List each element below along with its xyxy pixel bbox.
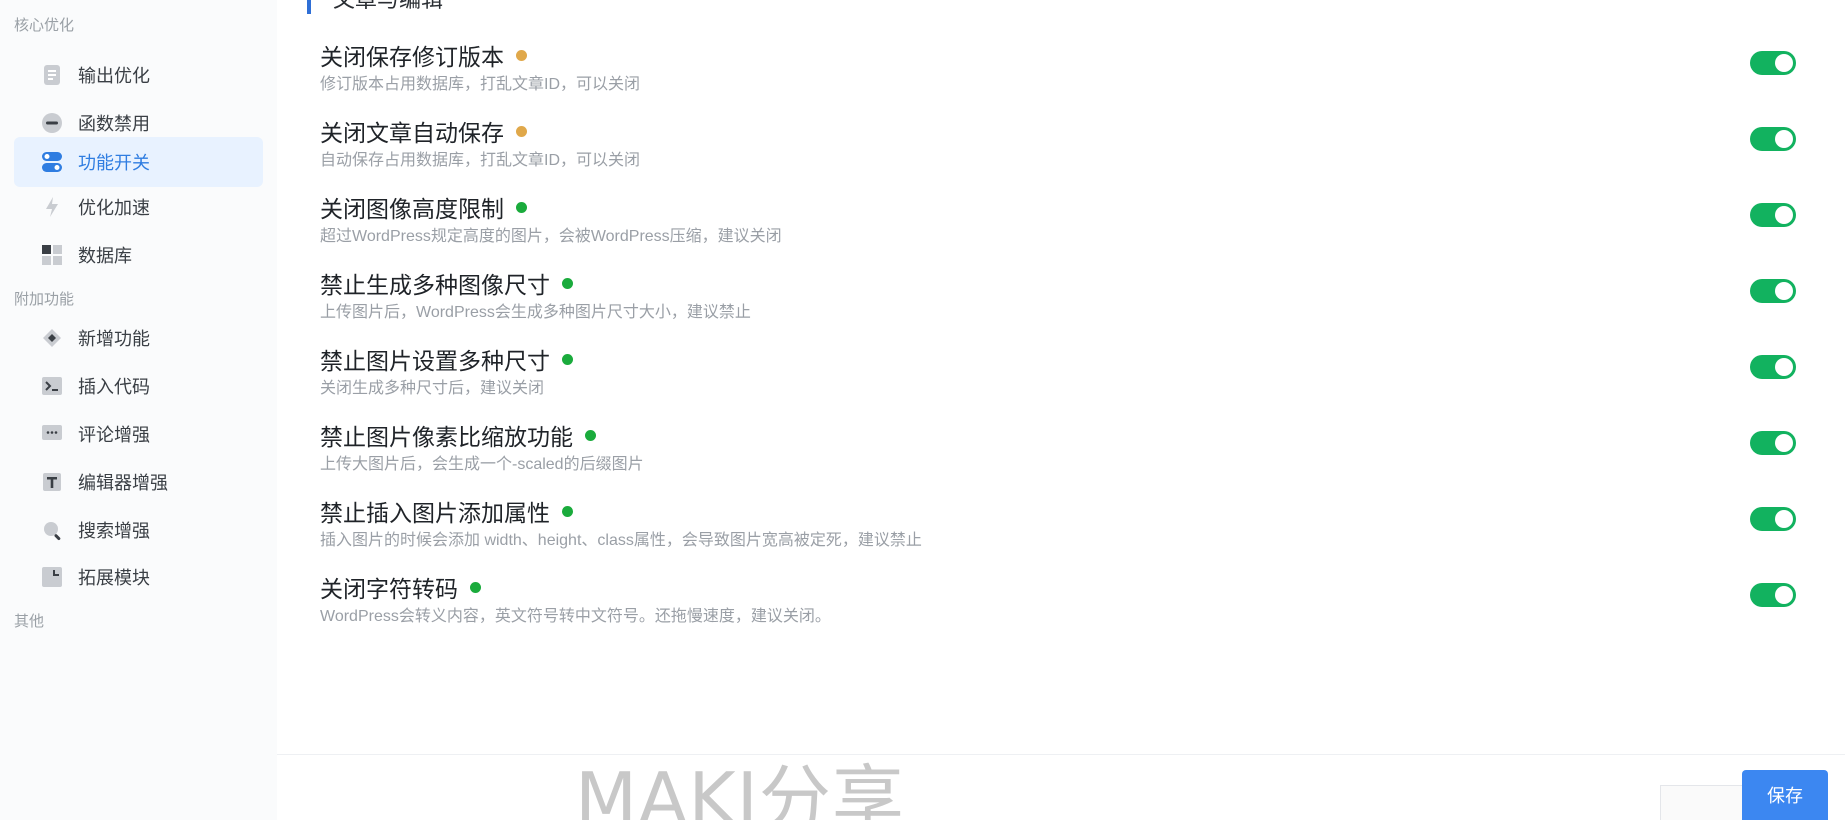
sidebar-item-label: 拓展模块 xyxy=(78,568,150,588)
main-content: 文章与编辑 关闭保存修订版本 修订版本占用数据库，打乱文章ID，可以关闭 关闭文… xyxy=(277,0,1845,820)
setting-row: 禁止图片像素比缩放功能 上传大图片后，会生成一个-scaled的后缀图片 xyxy=(320,418,1820,498)
toggle-knob xyxy=(1775,282,1793,300)
sidebar-item-label: 函数禁用 xyxy=(78,114,150,134)
sidebar-item-label: 新增功能 xyxy=(78,329,150,349)
status-dot xyxy=(562,277,573,289)
sidebar-item-insert-code[interactable]: 插入代码 xyxy=(14,361,263,411)
setting-title: 关闭文章自动保存 xyxy=(320,120,504,146)
sidebar-item-label: 编辑器增强 xyxy=(78,473,168,493)
setting-row: 关闭字符转码 WordPress会转义内容，英文符号转中文符号。还拖慢速度，建议… xyxy=(320,570,1820,650)
sidebar-item-extension-modules[interactable]: 拓展模块 xyxy=(14,552,263,602)
toggle-switch[interactable] xyxy=(1750,431,1796,455)
toggle-knob xyxy=(1775,206,1793,224)
settings-page: 核心优化 输出优化 函数禁用 功能开关 优化加速 数据库 附加功能 新增功能 插… xyxy=(0,0,1845,820)
setting-row: 关闭图像高度限制 超过WordPress规定高度的图片，会被WordPress压… xyxy=(320,190,1820,270)
status-dot xyxy=(470,581,481,593)
setting-description: 自动保存占用数据库，打乱文章ID，可以关闭 xyxy=(320,152,641,169)
toggle-knob xyxy=(1775,130,1793,148)
status-dot xyxy=(562,353,573,365)
sidebar-item-label: 评论增强 xyxy=(78,425,150,445)
toggle-switch[interactable] xyxy=(1750,355,1796,379)
status-dot xyxy=(516,49,527,61)
setting-title: 关闭图像高度限制 xyxy=(320,196,504,222)
setting-row: 关闭保存修订版本 修订版本占用数据库，打乱文章ID，可以关闭 xyxy=(320,38,1820,118)
lightning-icon xyxy=(40,195,64,219)
sidebar-item-label: 功能开关 xyxy=(78,153,150,173)
toggle-switch[interactable] xyxy=(1750,203,1796,227)
sidebar-group-other: 其他 xyxy=(14,613,45,630)
status-dot xyxy=(562,505,573,517)
setting-title: 禁止图片设置多种尺寸 xyxy=(320,348,550,374)
setting-description: 上传大图片后，会生成一个-scaled的后缀图片 xyxy=(320,456,644,473)
setting-row: 关闭文章自动保存 自动保存占用数据库，打乱文章ID，可以关闭 xyxy=(320,114,1820,194)
sidebar-item-output-optimize[interactable]: 输出优化 xyxy=(14,50,263,100)
toggle-switch[interactable] xyxy=(1750,583,1796,607)
setting-row: 禁止插入图片添加属性 插入图片的时候会添加 width、height、class… xyxy=(320,494,1820,574)
search-icon xyxy=(40,518,64,542)
sidebar-item-editor-enhance[interactable]: 编辑器增强 xyxy=(14,457,263,507)
setting-row: 禁止生成多种图像尺寸 上传图片后，WordPress会生成多种图片尺寸大小，建议… xyxy=(320,266,1820,346)
sidebar-item-database[interactable]: 数据库 xyxy=(14,230,263,280)
sidebar-item-optimize-speed[interactable]: 优化加速 xyxy=(14,182,263,232)
terminal-icon xyxy=(40,374,64,398)
setting-title: 禁止插入图片添加属性 xyxy=(320,500,550,526)
sidebar-group-core: 核心优化 xyxy=(14,17,75,34)
toggle-knob xyxy=(1775,510,1793,528)
setting-title: 禁止图片像素比缩放功能 xyxy=(320,424,573,450)
status-dot xyxy=(516,201,527,213)
status-dot xyxy=(585,429,596,441)
toggle-switch[interactable] xyxy=(1750,127,1796,151)
diamond-icon xyxy=(40,326,64,350)
setting-description: 关闭生成多种尺寸后，建议关闭 xyxy=(320,380,545,397)
setting-title: 关闭保存修订版本 xyxy=(320,44,504,70)
setting-row: 禁止图片设置多种尺寸 关闭生成多种尺寸后，建议关闭 xyxy=(320,342,1820,422)
sidebar-item-search-enhance[interactable]: 搜索增强 xyxy=(14,505,263,555)
toggle-switch[interactable] xyxy=(1750,51,1796,75)
toggle-knob xyxy=(1775,434,1793,452)
text-icon xyxy=(40,470,64,494)
toggle-switch[interactable] xyxy=(1750,279,1796,303)
sidebar: 核心优化 输出优化 函数禁用 功能开关 优化加速 数据库 附加功能 新增功能 插… xyxy=(0,0,277,820)
sidebar-item-label: 搜索增强 xyxy=(78,521,150,541)
status-dot xyxy=(516,125,527,137)
setting-description: 上传图片后，WordPress会生成多种图片尺寸大小，建议禁止 xyxy=(320,304,751,321)
section-title: 文章与编辑 xyxy=(307,0,443,14)
setting-description: 插入图片的时候会添加 width、height、class属性，会导致图片宽高被… xyxy=(320,532,922,549)
sidebar-item-label: 优化加速 xyxy=(78,198,150,218)
grid-icon xyxy=(40,243,64,267)
setting-description: 超过WordPress规定高度的图片，会被WordPress压缩，建议关闭 xyxy=(320,228,782,245)
sidebar-item-label: 数据库 xyxy=(78,246,132,266)
footer-divider xyxy=(277,754,1845,755)
sidebar-item-label: 插入代码 xyxy=(78,377,150,397)
watermark: MAKI分享 xyxy=(575,757,905,820)
toggle-knob xyxy=(1775,586,1793,604)
comment-icon xyxy=(40,422,64,446)
save-button[interactable]: 保存 xyxy=(1742,770,1828,820)
toggle-knob xyxy=(1775,54,1793,72)
setting-title: 禁止生成多种图像尺寸 xyxy=(320,272,550,298)
sidebar-item-comment-enhance[interactable]: 评论增强 xyxy=(14,409,263,459)
sidebar-item-feature-switch[interactable]: 功能开关 xyxy=(14,137,263,187)
setting-description: WordPress会转义内容，英文符号转中文符号。还拖慢速度，建议关闭。 xyxy=(320,608,831,625)
sidebar-item-label: 输出优化 xyxy=(78,66,150,86)
setting-title: 关闭字符转码 xyxy=(320,576,458,602)
sidebar-item-new-features[interactable]: 新增功能 xyxy=(14,313,263,363)
puzzle-icon xyxy=(40,565,64,589)
setting-description: 修订版本占用数据库，打乱文章ID，可以关闭 xyxy=(320,76,641,93)
minus-circle-icon xyxy=(40,111,64,135)
sidebar-group-addons: 附加功能 xyxy=(14,291,75,308)
toggle-knob xyxy=(1775,358,1793,376)
toggle-switch[interactable] xyxy=(1750,507,1796,531)
document-icon xyxy=(40,63,64,87)
toggle-icon xyxy=(40,150,64,174)
